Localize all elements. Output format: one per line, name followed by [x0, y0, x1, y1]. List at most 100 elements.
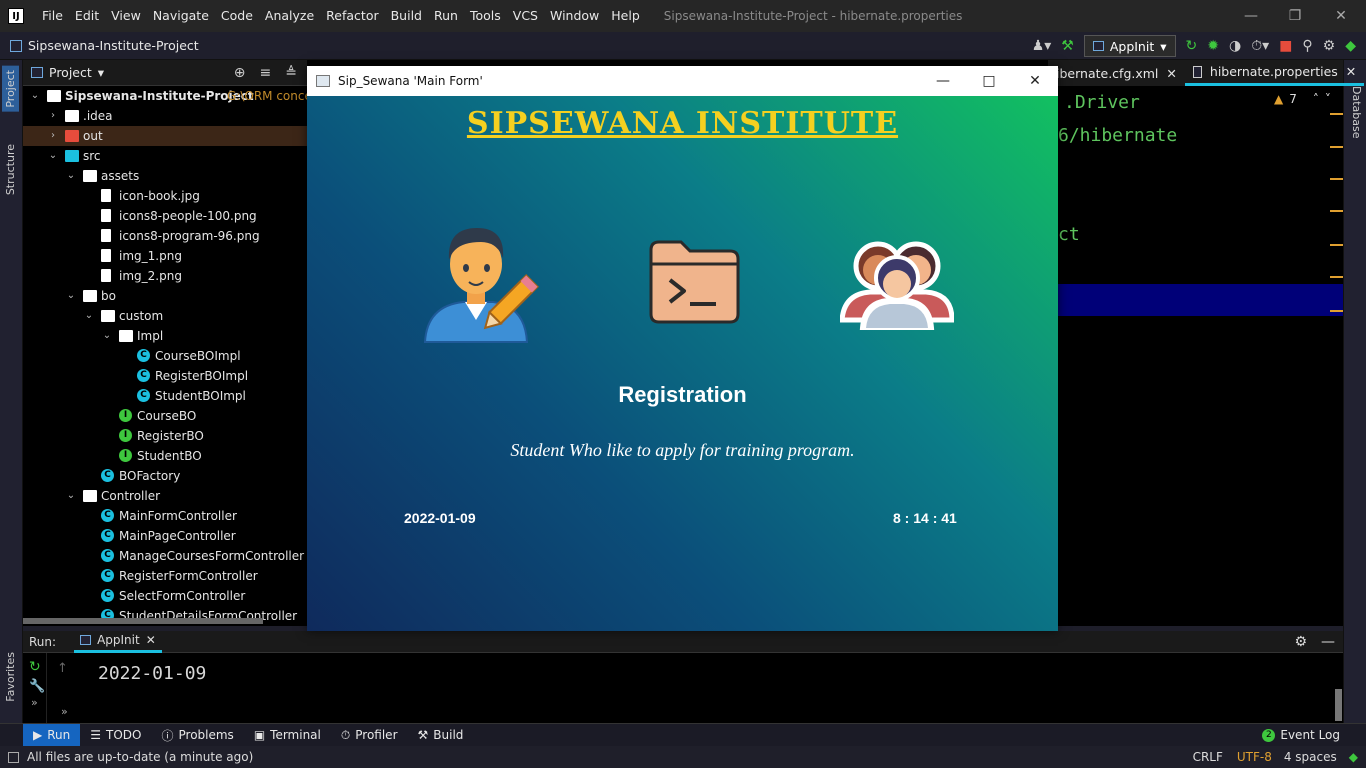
dialog-titlebar[interactable]: Sip_Sewana 'Main Form' — □ ✕: [307, 66, 1058, 96]
tree-item[interactable]: ⌄ Impl: [23, 326, 307, 346]
close-button[interactable]: ✕: [1318, 0, 1364, 32]
chevron-up-icon[interactable]: ˄: [1313, 92, 1319, 106]
menu-navigate[interactable]: Navigate: [147, 0, 215, 32]
tab-hibernate-properties[interactable]: hibernate.properties ✕: [1184, 60, 1365, 86]
scroll-up-icon[interactable]: ↑: [57, 661, 68, 676]
chevron-right-icon[interactable]: ›: [47, 126, 59, 146]
error-stripe-mark[interactable]: [1330, 244, 1343, 246]
locate-icon[interactable]: ⊕: [234, 65, 246, 81]
chevron-down-icon[interactable]: ⌄: [65, 166, 77, 186]
file-encoding[interactable]: UTF-8: [1237, 750, 1272, 764]
chevron-down-icon[interactable]: ⌄: [29, 86, 41, 106]
chevron-down-icon[interactable]: ⌄: [101, 326, 113, 346]
error-stripe-mark[interactable]: [1330, 276, 1343, 278]
event-log-button[interactable]: 2 Event Log: [1252, 724, 1350, 747]
chevron-down-icon[interactable]: ˅: [1325, 92, 1331, 106]
tree-item[interactable]: C ManageCoursesFormController: [23, 546, 307, 566]
menu-vcs[interactable]: VCS: [507, 0, 544, 32]
plugin-icon[interactable]: ◆: [1345, 38, 1356, 54]
menu-run[interactable]: Run: [428, 0, 464, 32]
close-icon[interactable]: ✕: [1346, 64, 1356, 79]
minimize-button[interactable]: —: [1228, 0, 1274, 32]
run-tool-button[interactable]: ▶ Run: [23, 723, 81, 747]
coverage-icon[interactable]: ◑: [1229, 38, 1241, 54]
tree-item[interactable]: ⌄ custom: [23, 306, 307, 326]
console-output[interactable]: 2022-01-09: [98, 663, 206, 684]
run-tab-appinit[interactable]: AppInit ✕: [74, 631, 162, 653]
chevron-down-icon[interactable]: ⌄: [65, 286, 77, 306]
tree-item[interactable]: I CourseBO: [23, 406, 307, 426]
build-tool-button[interactable]: ⚒ Build: [408, 724, 474, 747]
menu-analyze[interactable]: Analyze: [259, 0, 320, 32]
tree-item[interactable]: ⌄ bo: [23, 286, 307, 306]
indent-setting[interactable]: 4 spaces: [1284, 750, 1337, 764]
hide-panel-icon[interactable]: —: [1321, 634, 1335, 650]
line-separator[interactable]: CRLF: [1193, 750, 1223, 764]
expand-all-icon[interactable]: ≡: [260, 65, 272, 81]
chevron-down-icon[interactable]: ⌄: [47, 146, 59, 166]
console-scrollbar[interactable]: [1335, 689, 1342, 721]
registration-icon[interactable]: [419, 220, 539, 345]
tree-item[interactable]: › .idea: [23, 106, 307, 126]
debug-icon[interactable]: ✹: [1207, 38, 1219, 54]
restore-button[interactable]: ❐: [1272, 0, 1318, 32]
tab-hibernate-cfg[interactable]: ibernate.cfg.xml ✕: [1048, 60, 1185, 86]
error-stripe-mark[interactable]: [1330, 310, 1343, 312]
project-scrollbar[interactable]: [23, 618, 263, 624]
tree-item[interactable]: ⌄ src: [23, 146, 307, 166]
menu-edit[interactable]: Edit: [69, 0, 105, 32]
tree-item[interactable]: C SelectFormController: [23, 586, 307, 606]
close-icon[interactable]: ✕: [1166, 66, 1176, 81]
menu-file[interactable]: File: [36, 0, 69, 32]
error-stripe-mark[interactable]: [1330, 178, 1343, 180]
tree-item[interactable]: ⌄ Sipsewana-Institute-Project G:\ORM conce…: [23, 86, 320, 106]
inspection-widget[interactable]: ▲ 7 ˄ ˅: [1274, 92, 1331, 106]
favorites-tool-tab[interactable]: Favorites: [2, 648, 19, 706]
tree-item[interactable]: C MainFormController: [23, 506, 307, 526]
menu-tools[interactable]: Tools: [464, 0, 507, 32]
close-button[interactable]: ✕: [1012, 66, 1058, 96]
tree-item[interactable]: ⌄ assets: [23, 166, 307, 186]
toggle-tool-windows-icon[interactable]: [8, 751, 19, 763]
minimize-button[interactable]: —: [920, 66, 966, 96]
git-branch-icon[interactable]: ◆: [1349, 750, 1358, 764]
menu-build[interactable]: Build: [385, 0, 428, 32]
menu-refactor[interactable]: Refactor: [320, 0, 384, 32]
menu-window[interactable]: Window: [544, 0, 605, 32]
more-icon[interactable]: »: [31, 696, 46, 709]
tree-item[interactable]: img_1.png: [23, 246, 307, 266]
tree-item[interactable]: C BOFactory: [23, 466, 307, 486]
maximize-button[interactable]: □: [966, 66, 1012, 96]
students-icon[interactable]: [840, 232, 954, 330]
tree-item[interactable]: icons8-people-100.png: [23, 206, 307, 226]
settings-gear-icon[interactable]: ⚙: [1294, 634, 1307, 650]
menu-view[interactable]: View: [105, 0, 147, 32]
tree-item[interactable]: img_2.png: [23, 266, 307, 286]
database-tool-tab[interactable]: Database: [1348, 82, 1365, 143]
program-folder-icon[interactable]: [646, 236, 742, 328]
tree-item[interactable]: ⌄ Controller: [23, 486, 307, 506]
build-hammer-icon[interactable]: ⚒: [1061, 38, 1074, 54]
tree-item[interactable]: I StudentBO: [23, 446, 307, 466]
tree-item[interactable]: icons8-program-96.png: [23, 226, 307, 246]
tree-item[interactable]: C MainPageController: [23, 526, 307, 546]
close-icon[interactable]: ✕: [146, 633, 156, 647]
run-config-select[interactable]: AppInit ▾: [1083, 35, 1176, 57]
tree-item[interactable]: I RegisterBO: [23, 426, 307, 446]
status-message[interactable]: All files are up-to-date (a minute ago): [27, 750, 253, 764]
chevron-down-icon[interactable]: ⌄: [83, 306, 95, 326]
breadcrumb[interactable]: Sipsewana-Institute-Project: [10, 38, 199, 53]
structure-tool-tab[interactable]: Structure: [2, 140, 19, 199]
error-stripe-mark[interactable]: [1330, 113, 1343, 115]
more-icon[interactable]: »: [61, 705, 68, 718]
rerun-icon[interactable]: ↻: [29, 659, 46, 675]
error-stripe-mark[interactable]: [1330, 210, 1343, 212]
menu-help[interactable]: Help: [605, 0, 646, 32]
user-icon[interactable]: ♟▾: [1032, 38, 1052, 54]
rerun-icon[interactable]: ↻: [1186, 38, 1198, 54]
chevron-right-icon[interactable]: ›: [47, 106, 59, 126]
tree-item[interactable]: C RegisterBOImpl: [23, 366, 307, 386]
menu-code[interactable]: Code: [215, 0, 259, 32]
profile-icon[interactable]: ⏱▾: [1251, 38, 1269, 54]
error-stripe-mark[interactable]: [1330, 146, 1343, 148]
